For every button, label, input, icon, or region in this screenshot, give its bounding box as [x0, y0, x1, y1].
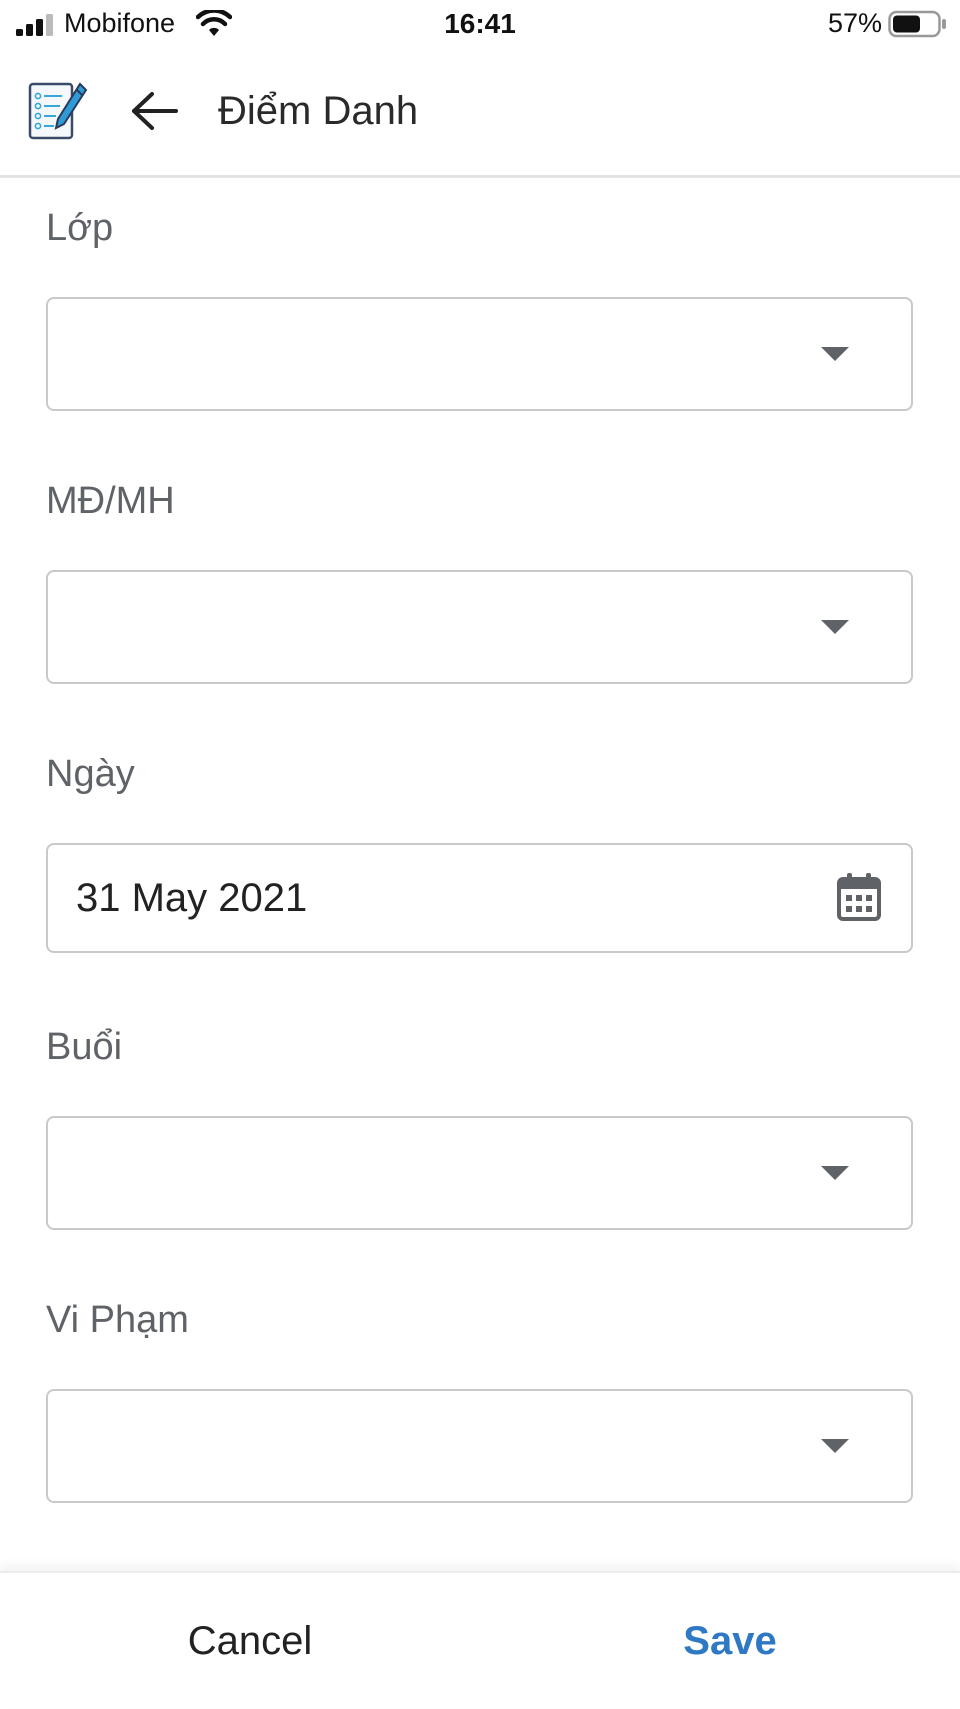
field-label-date: Ngày	[46, 753, 135, 795]
field-label-session: Buổi	[46, 1026, 123, 1068]
field-violation: Vi Phạm	[46, 1295, 913, 1505]
class-dropdown[interactable]	[46, 297, 913, 411]
field-date: Ngày 31 May 2021	[46, 749, 913, 959]
field-session: Buổi	[46, 1022, 913, 1232]
arrow-left-icon	[132, 92, 178, 130]
date-value: 31 May 2021	[76, 876, 308, 920]
save-button[interactable]: Save	[600, 1573, 860, 1709]
session-dropdown[interactable]	[46, 1116, 913, 1230]
field-label-violation: Vi Phạm	[46, 1299, 189, 1341]
subject-dropdown[interactable]	[46, 570, 913, 684]
page-title: Điểm Danh	[218, 89, 419, 133]
battery-icon	[888, 10, 946, 38]
attendance-form: Lớp MĐ/MH Ngày 31 May 2021 Buổi Vi Phạm	[0, 181, 960, 1571]
field-class: Lớp	[46, 203, 913, 413]
caret-down-icon	[821, 620, 849, 634]
action-bar: Cancel Save	[0, 1571, 960, 1707]
caret-down-icon	[821, 1439, 849, 1453]
battery-percent: 57%	[827, 8, 882, 38]
field-label-subject: MĐ/MH	[46, 480, 175, 522]
caret-down-icon	[821, 1166, 849, 1180]
caret-down-icon	[821, 347, 849, 361]
back-button[interactable]	[126, 86, 186, 136]
app-header: Điểm Danh	[0, 50, 960, 178]
field-subject: MĐ/MH	[46, 476, 913, 686]
field-label-class: Lớp	[46, 207, 114, 249]
clock: 16:41	[444, 8, 516, 39]
checklist-pencil-icon	[28, 82, 88, 140]
status-bar: Mobifone 16:41 57%	[0, 0, 960, 50]
cancel-button[interactable]: Cancel	[120, 1573, 380, 1709]
calendar-icon[interactable]	[837, 871, 881, 923]
date-picker[interactable]: 31 May 2021	[46, 843, 913, 953]
violation-dropdown[interactable]	[46, 1389, 913, 1503]
